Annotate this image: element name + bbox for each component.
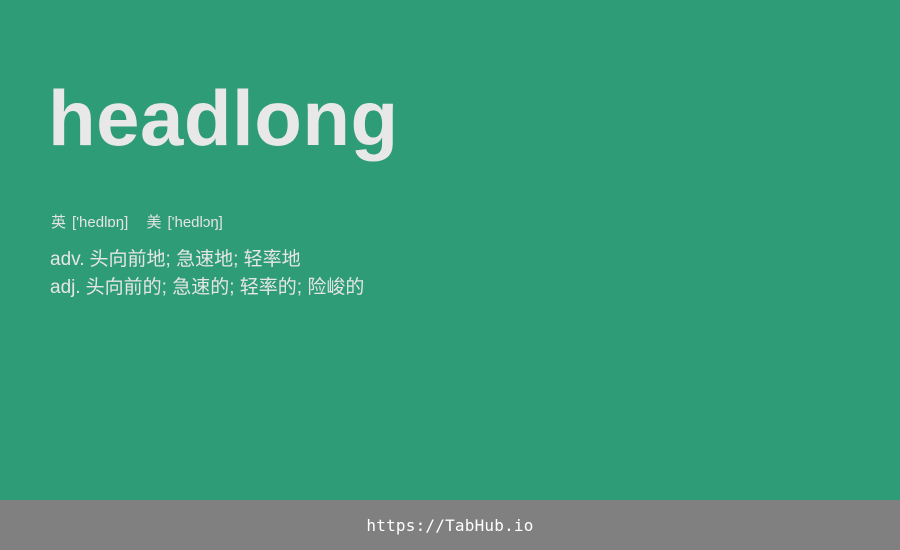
definition-item: adj. 头向前的; 急速的; 轻率的; 险峻的 xyxy=(50,274,364,302)
definitions-list: adv. 头向前地; 急速地; 轻率地 adj. 头向前的; 急速的; 轻率的; 险… xyxy=(50,246,364,302)
definition-text: 头向前的; 急速的; 轻率的; 险峻的 xyxy=(85,277,365,298)
part-of-speech: adj. xyxy=(50,277,81,298)
phonetic-us-label: 美 xyxy=(146,214,162,231)
word-card: headlong 英 ['hedlɒŋ] 美 ['hedlɔŋ] adv. 头向前地;… xyxy=(0,0,900,500)
word-title: headlong xyxy=(48,74,399,162)
definition-text: 头向前地; 急速地; 轻率地 xyxy=(89,249,301,270)
definition-item: adv. 头向前地; 急速地; 轻率地 xyxy=(50,246,364,274)
phonetic-us: 美 ['hedlɔŋ] xyxy=(146,212,222,234)
phonetics-row: 英 ['hedlɒŋ] 美 ['hedlɔŋ] xyxy=(51,212,237,234)
phonetic-uk-ipa: ['hedlɒŋ] xyxy=(72,214,129,231)
phonetic-uk-label: 英 xyxy=(51,214,67,231)
part-of-speech: adv. xyxy=(50,249,85,270)
footer-bar: https://TabHub.io xyxy=(0,500,900,550)
tabhub-link[interactable]: https://TabHub.io xyxy=(366,516,533,535)
phonetic-uk: 英 ['hedlɒŋ] xyxy=(51,212,128,234)
phonetic-us-ipa: ['hedlɔŋ] xyxy=(167,214,223,231)
